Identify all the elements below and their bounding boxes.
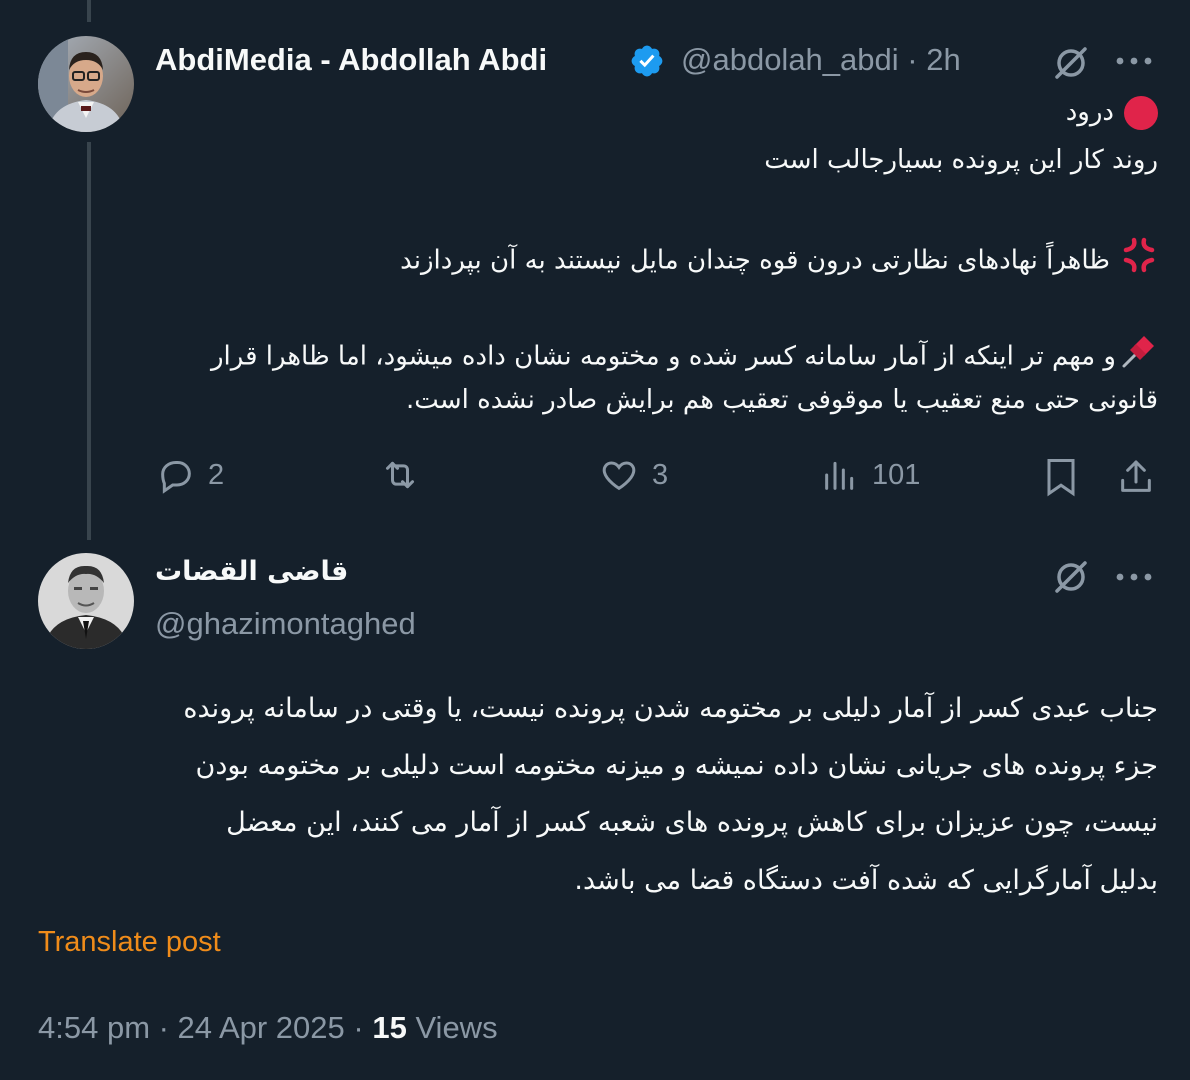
display-name[interactable]: قاضی القضات bbox=[155, 556, 348, 587]
more-icon[interactable] bbox=[1112, 562, 1156, 592]
translate-post-link[interactable]: Translate post bbox=[38, 926, 221, 959]
pushpin-emoji bbox=[1120, 332, 1158, 382]
avatar[interactable] bbox=[38, 36, 134, 132]
post-text-line-2: جزء پرونده های جریانی نشان داده نمیشه و … bbox=[195, 750, 1158, 781]
post-text-line-1: جناب عبدی کسر از آمار دلیلی بر مختومه شد… bbox=[183, 693, 1158, 724]
grok-icon[interactable] bbox=[1050, 42, 1092, 84]
views-icon bbox=[825, 461, 854, 490]
post-text-line-3: نیست، چون عزیزان برای کاهش پرونده های شع… bbox=[226, 807, 1158, 838]
thread-line bbox=[87, 142, 91, 540]
avatar[interactable] bbox=[38, 553, 134, 649]
separator: · bbox=[907, 42, 918, 77]
views-button[interactable]: 101 bbox=[820, 455, 920, 495]
views-label: Views bbox=[415, 1010, 498, 1045]
post-text-line-4: و مهم تر اینکه از آمار سامانه کسر شده و … bbox=[211, 332, 1158, 382]
display-name[interactable]: AbdiMedia - Abdollah Abdi bbox=[155, 42, 547, 78]
handle[interactable]: @abdolah_abdi · 2h bbox=[681, 42, 961, 78]
views-count: 15 bbox=[372, 1010, 407, 1045]
post-meta: 4:54 pm · 24 Apr 2025 · 15 Views bbox=[38, 1010, 498, 1046]
repost-icon bbox=[386, 461, 414, 489]
like-button[interactable]: 3 bbox=[598, 455, 668, 495]
timestamp[interactable]: 4:54 pm · 24 Apr 2025 · bbox=[38, 1010, 364, 1045]
like-icon bbox=[602, 461, 636, 491]
handle[interactable]: @ghazimontaghed bbox=[155, 606, 416, 642]
more-icon[interactable] bbox=[1112, 46, 1156, 76]
timestamp[interactable]: 2h bbox=[926, 42, 960, 77]
verified-badge-icon bbox=[629, 43, 665, 79]
post-text-line-2: روند کار این پرونده بسیارجالب است bbox=[764, 145, 1158, 175]
bookmark-icon[interactable] bbox=[1040, 455, 1082, 499]
grok-icon[interactable] bbox=[1050, 556, 1092, 598]
share-icon[interactable] bbox=[1114, 455, 1158, 499]
anger-emoji bbox=[1120, 236, 1158, 286]
red-circle-emoji bbox=[1124, 95, 1158, 130]
reply-icon bbox=[161, 461, 191, 494]
reply-button[interactable]: 2 bbox=[156, 455, 224, 495]
post-text-line-5: قانونی حتی منع تعقیب یا موقوفی تعقیب هم … bbox=[406, 385, 1158, 415]
repost-button[interactable] bbox=[378, 455, 422, 495]
post-text-line-4: بدلیل آمارگرایی که شده آفت دستگاه قضا می… bbox=[574, 865, 1158, 896]
post-text-line-1: درود bbox=[1066, 92, 1158, 132]
thread-line-top bbox=[87, 0, 91, 22]
post-text-line-3: ظاهراً نهادهای نظارتی درون قوه چندان مای… bbox=[400, 236, 1158, 286]
